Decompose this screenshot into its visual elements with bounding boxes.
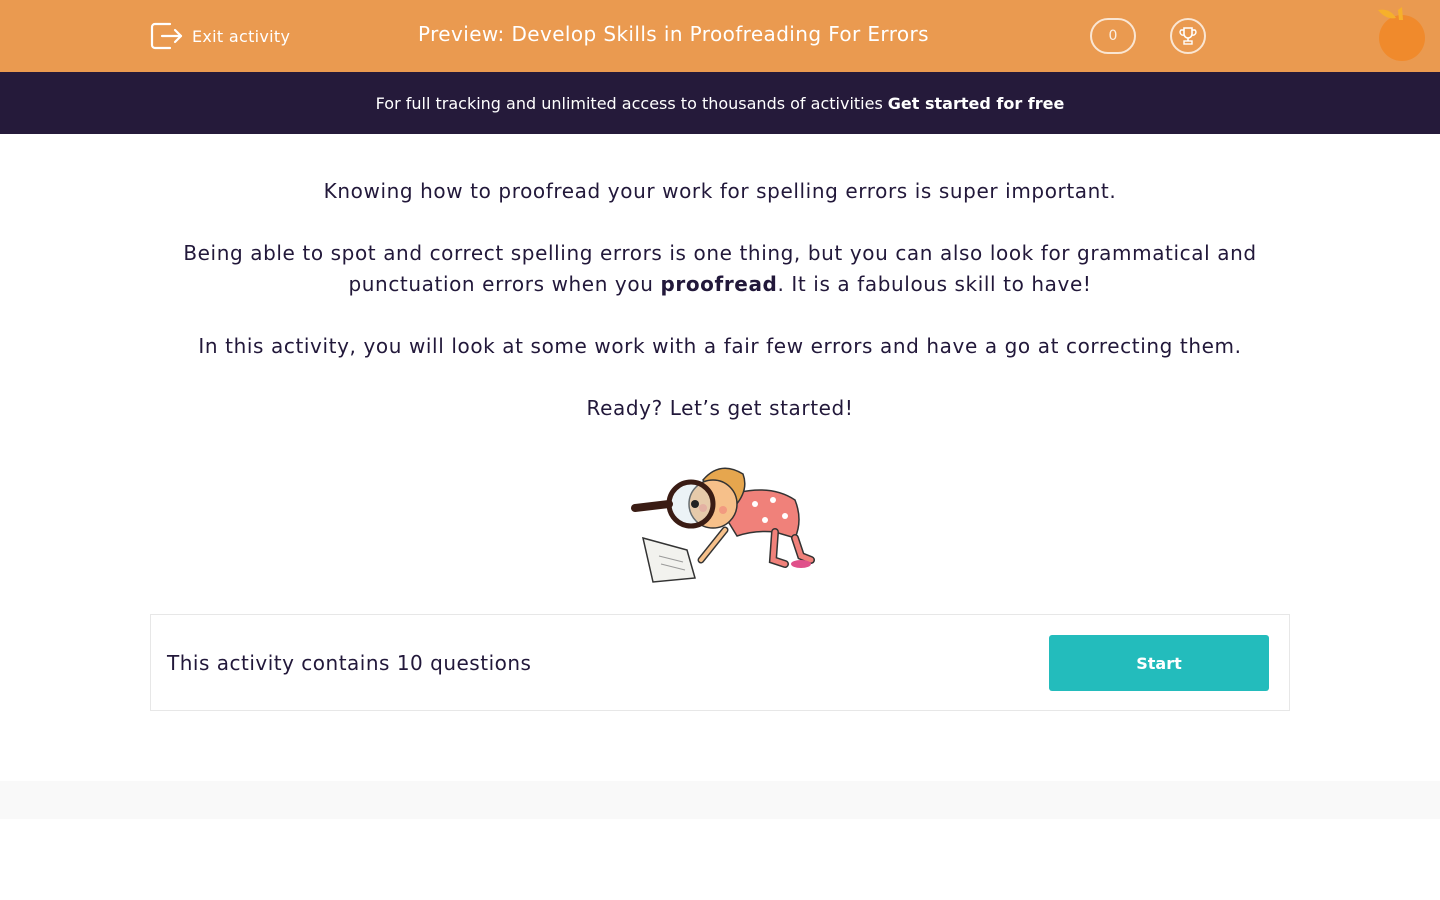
proofread-keyword: proofread xyxy=(660,272,778,296)
activity-intro: Knowing how to proofread your work for s… xyxy=(150,176,1290,455)
exit-activity-button[interactable]: Exit activity xyxy=(150,20,290,52)
banner-text: For full tracking and unlimited access t… xyxy=(375,93,883,113)
intro-paragraph-2: Being able to spot and correct spelling … xyxy=(183,241,1257,296)
get-started-link[interactable]: Get started for free xyxy=(888,94,1065,113)
footer-strip xyxy=(0,781,1440,819)
orange-logo-icon[interactable] xyxy=(1372,4,1432,64)
girl-with-magnifying-glass-illustration xyxy=(631,467,815,583)
trophy-icon xyxy=(1179,27,1197,45)
activity-info-box: This activity contains 10 questions Star… xyxy=(150,614,1290,711)
question-count-text: This activity contains 10 questions xyxy=(167,651,532,675)
top-bar: Exit activity Preview: Develop Skills in… xyxy=(0,0,1440,72)
signup-banner: For full tracking and unlimited access t… xyxy=(0,72,1440,134)
intro-paragraph-1: Knowing how to proofread your work for s… xyxy=(323,179,1117,203)
page-title: Preview: Develop Skills in Proofreading … xyxy=(418,22,929,46)
exit-activity-label: Exit activity xyxy=(192,26,291,46)
trophy-button[interactable] xyxy=(1170,18,1206,54)
score-counter: 0 xyxy=(1090,18,1136,54)
intro-paragraph-4: Ready? Let’s get started! xyxy=(586,396,854,420)
intro-paragraph-3: In this activity, you will look at some … xyxy=(198,334,1242,358)
start-button[interactable]: Start xyxy=(1049,635,1269,691)
exit-icon xyxy=(150,22,183,50)
